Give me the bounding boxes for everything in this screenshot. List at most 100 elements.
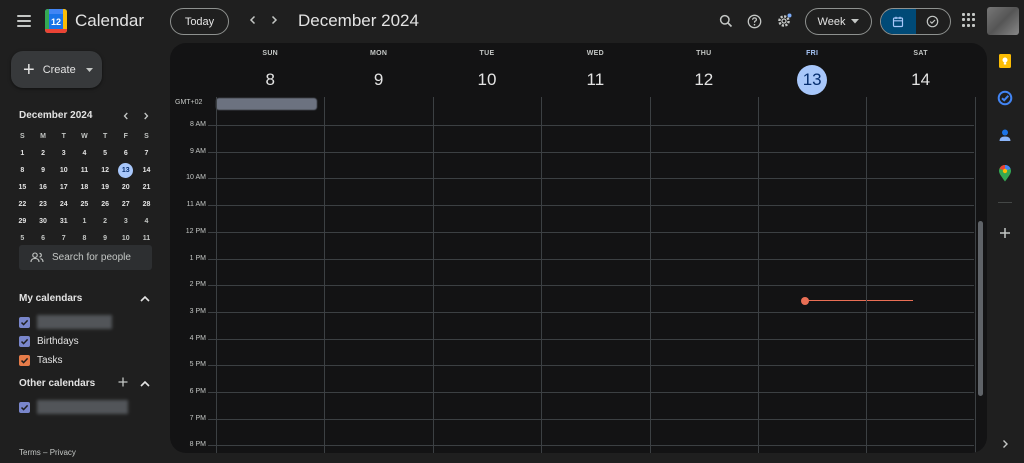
view-select-label: Week bbox=[817, 15, 846, 28]
app-title[interactable]: Calendar bbox=[75, 11, 144, 31]
mini-day-number: 1 bbox=[20, 150, 25, 157]
calendar-list-item[interactable]: Birthdays bbox=[19, 334, 79, 348]
redacted-calendar-name bbox=[37, 400, 128, 414]
mini-next-month-icon[interactable] bbox=[139, 109, 153, 123]
time-grid[interactable] bbox=[208, 97, 976, 453]
add-addon-icon[interactable] bbox=[996, 224, 1014, 242]
other-calendars-title[interactable]: Other calendars bbox=[19, 378, 95, 389]
mini-day-cell[interactable]: 29 bbox=[12, 213, 33, 230]
mini-day-cell[interactable]: 1 bbox=[12, 145, 33, 162]
mini-prev-month-icon[interactable] bbox=[119, 109, 133, 123]
mini-day-cell[interactable]: 2 bbox=[33, 145, 54, 162]
hour-divider bbox=[208, 231, 974, 233]
day-number[interactable]: 11 bbox=[580, 65, 610, 95]
view-toggle bbox=[880, 8, 951, 35]
collapse-other-calendars-icon[interactable] bbox=[138, 376, 152, 390]
search-icon[interactable] bbox=[716, 11, 736, 31]
avatar[interactable] bbox=[987, 7, 1019, 35]
settings-icon[interactable] bbox=[774, 11, 794, 31]
privacy-link[interactable]: Privacy bbox=[50, 448, 76, 457]
maps-icon[interactable] bbox=[996, 164, 1014, 182]
day-number[interactable]: 8 bbox=[255, 65, 285, 95]
mini-day-number: 13 bbox=[118, 163, 134, 178]
mini-day-cell[interactable]: 17 bbox=[53, 179, 74, 196]
contacts-icon[interactable] bbox=[996, 126, 1014, 144]
collapse-my-calendars-icon[interactable] bbox=[138, 291, 152, 305]
mini-day-cell[interactable]: 10 bbox=[53, 162, 74, 179]
checkbox-checked-icon[interactable] bbox=[19, 354, 30, 366]
mini-day-cell[interactable]: 27 bbox=[115, 196, 136, 213]
today-button[interactable]: Today bbox=[170, 8, 229, 35]
day-number[interactable]: 14 bbox=[906, 65, 936, 95]
mini-day-cell[interactable]: 2 bbox=[95, 213, 116, 230]
scrollbar[interactable] bbox=[978, 221, 983, 396]
tasks-view-icon[interactable] bbox=[916, 9, 951, 34]
calendar-logo-icon[interactable]: 12 bbox=[45, 9, 67, 33]
mini-day-cell[interactable]: 24 bbox=[53, 196, 74, 213]
mini-day-cell[interactable]: 25 bbox=[74, 196, 95, 213]
mini-day-number: 14 bbox=[142, 167, 151, 174]
main-menu-icon[interactable] bbox=[12, 9, 36, 33]
day-number-today[interactable]: 13 bbox=[797, 65, 828, 95]
day-number[interactable]: 12 bbox=[689, 65, 719, 95]
mini-day-cell[interactable]: 12 bbox=[95, 162, 116, 179]
mini-day-cell[interactable]: 14 bbox=[136, 162, 157, 179]
mini-day-today[interactable]: 13 bbox=[115, 162, 136, 179]
day-name: SAT bbox=[913, 50, 928, 57]
mini-day-number: 8 bbox=[20, 167, 25, 174]
apps-grid-icon[interactable] bbox=[962, 13, 976, 27]
help-icon[interactable] bbox=[744, 11, 764, 31]
calendar-list-item[interactable] bbox=[19, 315, 112, 329]
mini-day-cell[interactable]: 16 bbox=[33, 179, 54, 196]
mini-day-cell[interactable]: 4 bbox=[74, 145, 95, 162]
mini-day-cell[interactable]: 5 bbox=[95, 145, 116, 162]
mini-day-cell[interactable]: 28 bbox=[136, 196, 157, 213]
mini-day-number: 1 bbox=[82, 218, 87, 225]
checkbox-checked-icon[interactable] bbox=[19, 401, 30, 413]
mini-day-cell[interactable]: 3 bbox=[53, 145, 74, 162]
mini-day-cell[interactable]: 9 bbox=[33, 162, 54, 179]
mini-day-cell[interactable]: 30 bbox=[33, 213, 54, 230]
keep-icon[interactable] bbox=[996, 52, 1014, 70]
mini-day-cell[interactable]: 20 bbox=[115, 179, 136, 196]
chevron-right-icon[interactable] bbox=[264, 10, 284, 30]
mini-day-cell[interactable]: 1 bbox=[74, 213, 95, 230]
add-other-calendar-icon[interactable] bbox=[116, 375, 130, 389]
calendar-view-icon[interactable] bbox=[881, 9, 916, 34]
people-icon bbox=[30, 252, 44, 263]
create-button-label: Create bbox=[42, 63, 76, 76]
calendar-list-item[interactable]: Tasks bbox=[19, 353, 63, 367]
mini-day-cell[interactable]: 6 bbox=[115, 145, 136, 162]
checkbox-checked-icon[interactable] bbox=[19, 316, 30, 328]
terms-link[interactable]: Terms bbox=[19, 448, 41, 457]
day-number[interactable]: 9 bbox=[364, 65, 394, 95]
expand-panel-icon[interactable] bbox=[996, 435, 1014, 453]
mini-day-cell[interactable]: 31 bbox=[53, 213, 74, 230]
mini-day-cell[interactable]: 3 bbox=[115, 213, 136, 230]
mini-day-cell[interactable]: 7 bbox=[136, 145, 157, 162]
mini-day-cell[interactable]: 15 bbox=[12, 179, 33, 196]
mini-day-cell[interactable]: 23 bbox=[33, 196, 54, 213]
mini-day-cell[interactable]: 19 bbox=[95, 179, 116, 196]
checkbox-checked-icon[interactable] bbox=[19, 335, 30, 347]
mini-day-cell[interactable]: 21 bbox=[136, 179, 157, 196]
tasks-icon[interactable] bbox=[996, 89, 1014, 107]
mini-day-cell[interactable]: 8 bbox=[12, 162, 33, 179]
mini-day-cell[interactable]: 4 bbox=[136, 213, 157, 230]
mini-calendar-grid: S M T W T F S 1 2 3 4 5 6 7 8 9 10 11 12 13 14 15 16 17 18 19 20 21… bbox=[12, 128, 158, 247]
calendar-list-item[interactable] bbox=[19, 400, 128, 414]
plus-icon: + bbox=[23, 58, 35, 81]
mini-day-cell[interactable]: 18 bbox=[74, 179, 95, 196]
day-number[interactable]: 10 bbox=[472, 65, 502, 95]
day-header-sun: SUN 8 bbox=[216, 43, 324, 97]
mini-day-cell[interactable]: 26 bbox=[95, 196, 116, 213]
mini-day-number: 24 bbox=[59, 201, 68, 208]
view-select-button[interactable]: Week bbox=[805, 8, 872, 35]
hour-label: 1 PM bbox=[189, 254, 206, 262]
my-calendars-title[interactable]: My calendars bbox=[19, 293, 82, 304]
search-people-input[interactable]: Search for people bbox=[19, 245, 152, 270]
chevron-left-icon[interactable] bbox=[243, 10, 263, 30]
mini-day-cell[interactable]: 22 bbox=[12, 196, 33, 213]
mini-day-cell[interactable]: 11 bbox=[74, 162, 95, 179]
create-button[interactable]: + Create bbox=[11, 51, 102, 88]
